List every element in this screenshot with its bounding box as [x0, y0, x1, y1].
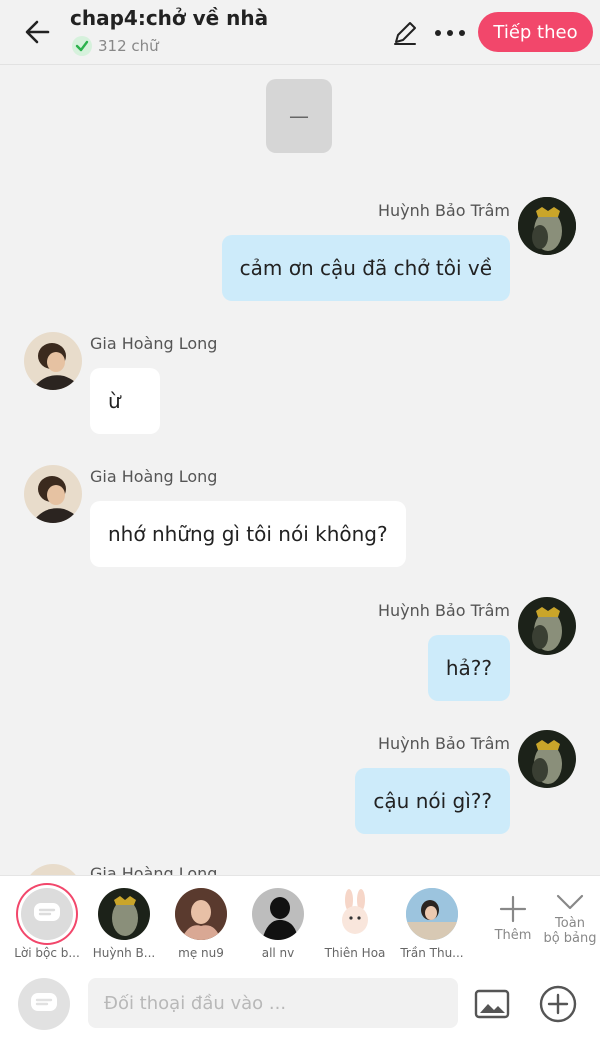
avatar[interactable] — [24, 332, 82, 390]
speech-bubble-icon — [21, 888, 73, 940]
message-bubble[interactable]: hả?? — [427, 635, 510, 701]
narration-block[interactable]: — — [266, 79, 332, 153]
avatar[interactable] — [518, 597, 576, 655]
avatar[interactable] — [518, 730, 576, 788]
image-icon — [474, 989, 510, 1019]
show-all-button[interactable]: Toàn bộ bảng — [540, 892, 600, 946]
input-bar — [0, 968, 600, 1038]
sender-name: Gia Hoàng Long — [90, 334, 218, 353]
character-label: Thiên Hoa — [324, 946, 386, 960]
message-bubble[interactable]: cậu nói gì?? — [355, 768, 510, 834]
character-item[interactable]: mẹ nu9 — [166, 888, 236, 960]
message-bubble[interactable]: ừ — [90, 368, 160, 434]
avatar[interactable] — [24, 864, 82, 875]
avatar — [98, 888, 150, 940]
sender-name: Huỳnh Bảo Trâm — [377, 601, 510, 620]
pencil-icon — [394, 22, 416, 45]
plus-circle-icon — [539, 985, 577, 1023]
chevron-down-icon — [556, 894, 584, 910]
check-icon — [72, 36, 92, 56]
show-all-label-line2: bộ bảng — [543, 931, 597, 946]
avatar — [406, 888, 458, 940]
top-bar: chap4:chở về nhà 312 chữ Tiếp theo — [0, 0, 600, 65]
avatar — [329, 888, 381, 940]
ellipsis-icon — [435, 30, 465, 36]
insert-image-button[interactable] — [474, 988, 510, 1020]
character-item[interactable]: Thiên Hoa — [320, 888, 390, 960]
add-button[interactable] — [538, 984, 578, 1024]
chat-area[interactable]: — Huỳnh Bảo Trâm cảm ơn cậu đã chở tôi v… — [0, 65, 600, 875]
character-item[interactable]: Huỳnh B... — [89, 888, 159, 960]
avatar — [175, 888, 227, 940]
character-item[interactable]: all nv — [243, 888, 313, 960]
more-options-button[interactable] — [430, 18, 470, 48]
character-label: Trần Thu... — [400, 946, 464, 960]
chapter-title: chap4:chở về nhà — [70, 6, 269, 30]
show-all-label-line1: Toàn — [555, 916, 585, 931]
edit-button[interactable] — [390, 18, 420, 48]
more-label: Thêm — [494, 928, 532, 943]
character-label: Huỳnh B... — [92, 946, 156, 960]
arrow-left-icon — [25, 20, 50, 44]
input-mode-button[interactable] — [18, 978, 70, 1030]
word-count-label: 312 chữ — [98, 37, 159, 55]
character-item[interactable]: Trần Thu... — [397, 888, 467, 960]
character-selector: Lời bộc b... Huỳnh B... mẹ nu9 all nv Th… — [0, 875, 600, 969]
avatar — [252, 888, 304, 940]
dialogue-input[interactable] — [88, 978, 458, 1028]
back-button[interactable] — [18, 14, 58, 50]
add-character-button[interactable]: Thêm — [490, 894, 536, 943]
sender-name: Huỳnh Bảo Trâm — [377, 201, 510, 220]
next-button[interactable]: Tiếp theo — [478, 12, 593, 52]
character-label: mẹ nu9 — [178, 946, 224, 960]
avatar[interactable] — [24, 465, 82, 523]
message-bubble[interactable]: nhớ những gì tôi nói không? — [90, 501, 406, 567]
sender-name: Gia Hoàng Long — [90, 864, 218, 875]
character-label: all nv — [261, 946, 295, 960]
word-count: 312 chữ — [72, 36, 159, 56]
speech-bubble-icon — [31, 993, 57, 1011]
plus-icon — [499, 895, 527, 923]
avatar[interactable] — [518, 197, 576, 255]
character-label: Lời bộc b... — [14, 946, 80, 960]
sender-name: Gia Hoàng Long — [90, 467, 218, 486]
character-narrator[interactable]: Lời bộc b... — [12, 888, 82, 960]
sender-name: Huỳnh Bảo Trâm — [377, 734, 510, 753]
message-bubble[interactable]: cảm ơn cậu đã chở tôi về — [221, 235, 510, 301]
